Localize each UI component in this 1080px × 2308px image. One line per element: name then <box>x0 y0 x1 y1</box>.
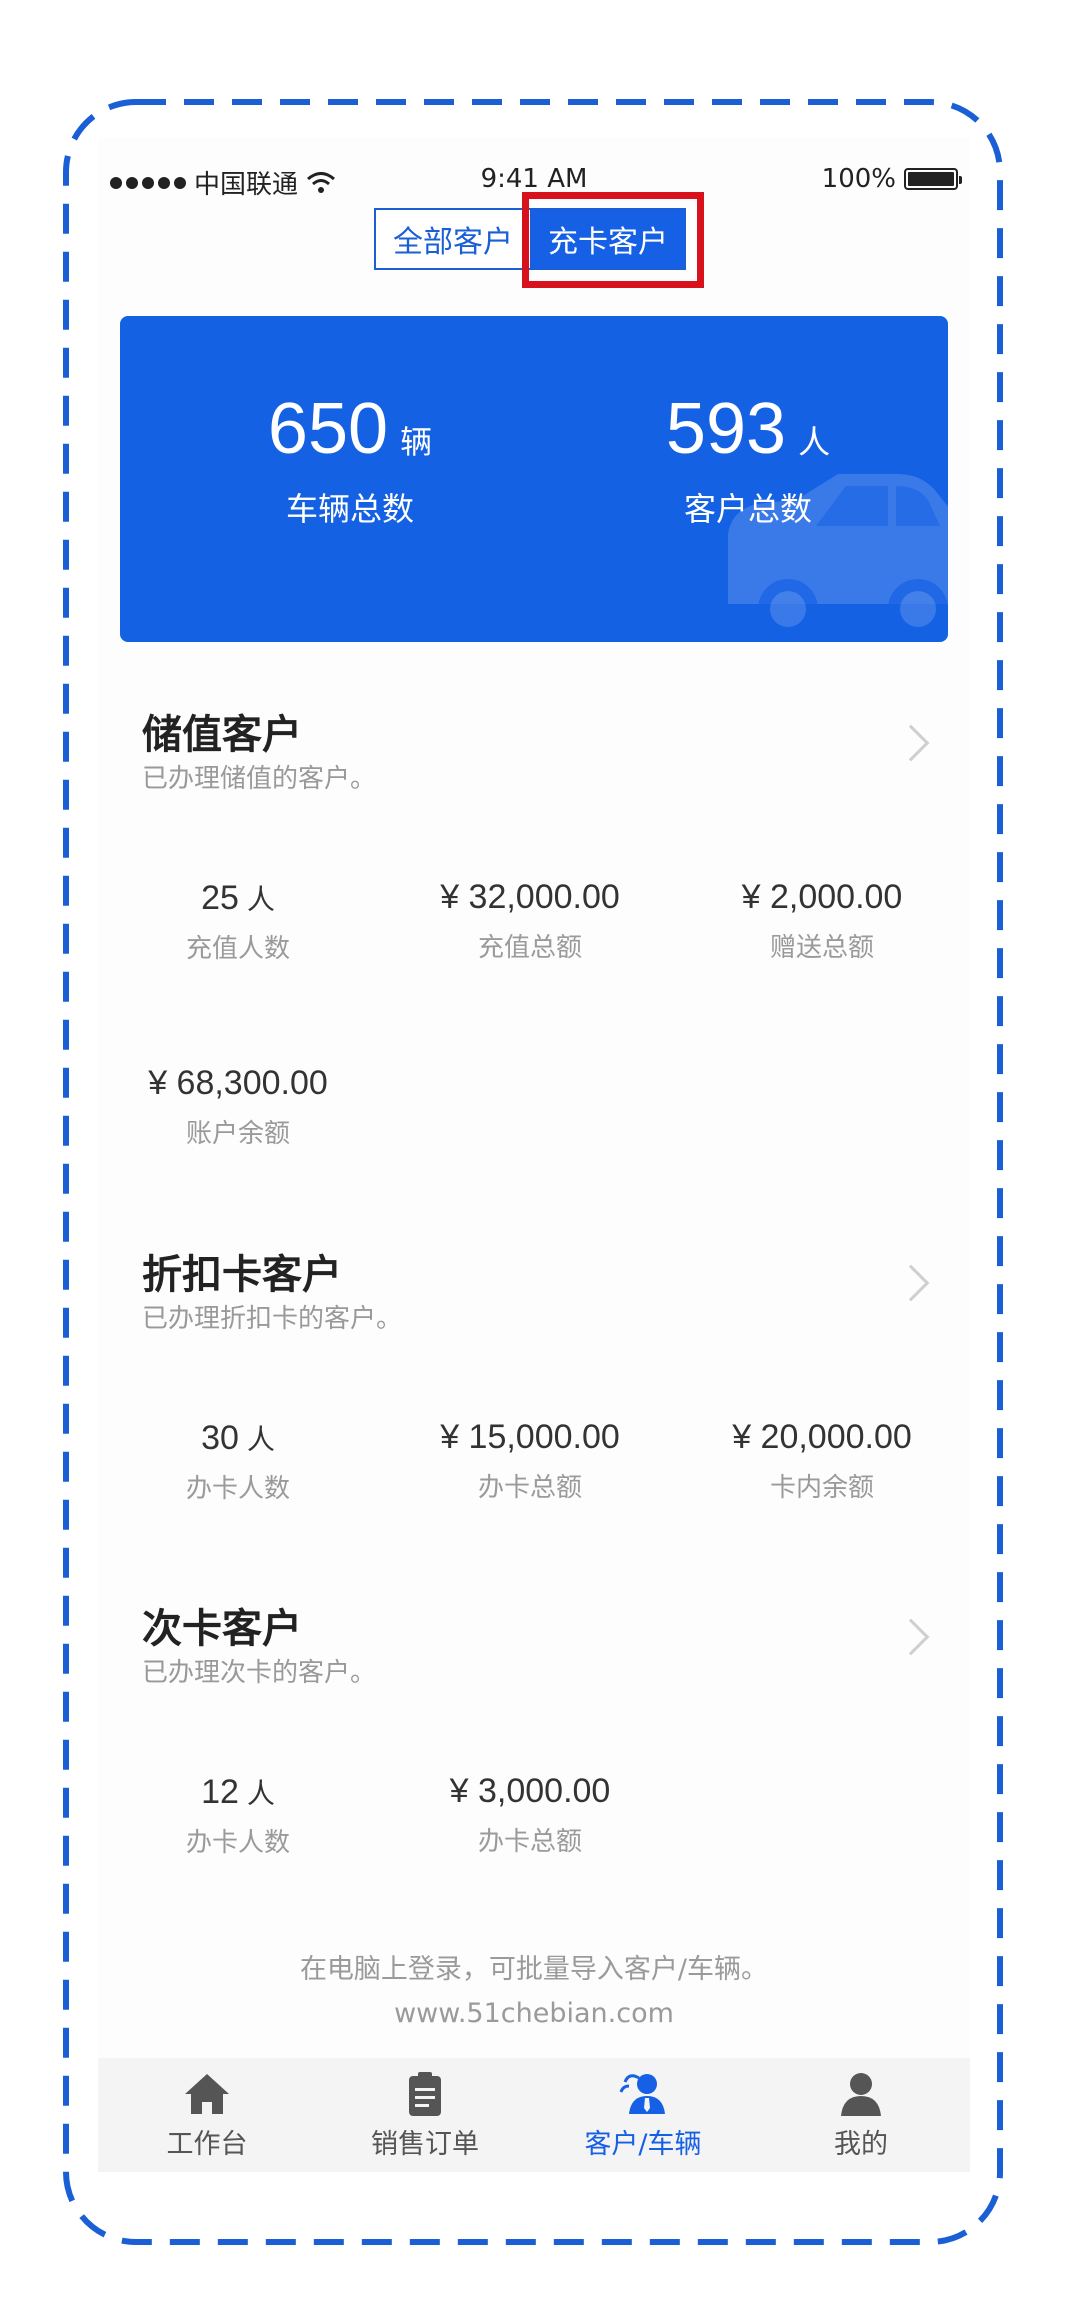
metric-label: 卡内余额 <box>769 1473 874 1503</box>
metric-value: ¥ 32,000.00 <box>440 878 620 916</box>
metric-item: ¥ 15,000.00 办卡总额 <box>390 1418 670 1504</box>
tab-sales-orders[interactable]: 销售订单 <box>316 2058 534 2172</box>
customer-total-value: 593 <box>665 389 787 469</box>
tab-label: 工作台 <box>166 2129 248 2160</box>
tab-label: 销售订单 <box>371 2129 479 2160</box>
metric-value: ¥ 20,000.00 <box>732 1418 912 1456</box>
metric-label: 充值人数 <box>185 934 290 964</box>
metric-value: ¥ 68,300.00 <box>148 1064 328 1102</box>
import-hint: 在电脑上登录，可批量导入客户/车辆。 <box>299 1954 769 1985</box>
metric-item: ¥ 68,300.00 账户余额 <box>98 1064 378 1150</box>
customer-total-unit: 人 <box>798 423 831 461</box>
chevron-right-icon[interactable] <box>892 1618 930 1656</box>
metric-label: 赠送总额 <box>769 933 874 963</box>
customer-icon <box>619 2074 665 2114</box>
section-desc: 已办理次卡的客户。 <box>142 1658 377 1688</box>
vehicle-total-label: 车辆总数 <box>285 490 414 528</box>
metric-label: 充值总额 <box>477 933 582 963</box>
highlight-box <box>522 192 704 288</box>
metric-item: 12 人 办卡人数 <box>98 1772 378 1859</box>
vehicle-total-value: 650 <box>267 389 389 469</box>
metric-item: ¥ 3,000.00 办卡总额 <box>390 1772 670 1858</box>
tab-workbench[interactable]: 工作台 <box>98 2058 316 2172</box>
chevron-right-icon[interactable] <box>892 724 930 762</box>
tab-label: 我的 <box>834 2129 888 2160</box>
section-title: 折扣卡客户 <box>142 1252 342 1298</box>
metric-label: 办卡总额 <box>477 1827 582 1857</box>
metric-label: 办卡人数 <box>185 1828 290 1858</box>
metric-value: 25 <box>201 879 239 917</box>
summary-card: 650 辆 车辆总数 593 人 客户总数 <box>120 316 948 642</box>
metric-unit: 人 <box>246 1424 275 1455</box>
metric-label: 办卡总额 <box>477 1473 582 1503</box>
user-icon <box>841 2073 881 2116</box>
clipboard-icon <box>409 2072 441 2116</box>
chevron-right-icon[interactable] <box>892 1264 930 1302</box>
tab-all-customers[interactable]: 全部客户 <box>374 208 530 270</box>
customer-total-label: 客户总数 <box>683 490 812 528</box>
section-desc: 已办理折扣卡的客户。 <box>142 1304 403 1334</box>
website-link[interactable]: www.51chebian.com <box>98 1992 970 2036</box>
metric-label: 账户余额 <box>185 1119 290 1149</box>
vehicle-total-stat: 650 辆 车辆总数 <box>200 388 500 530</box>
section-title: 储值客户 <box>142 712 302 758</box>
count-card-section[interactable]: 次卡客户 已办理次卡的客户。 12 人 办卡人数 ¥ 3,000.00 办卡总额 <box>98 1596 970 1896</box>
battery-percent: 100% <box>821 164 896 194</box>
phone-screen: 中国联通 9:41 AM 100% 全部客户 充卡客户 650 辆 车辆总数 5… <box>98 138 970 2172</box>
tab-label: 客户/车辆 <box>584 2129 702 2160</box>
section-desc: 已办理储值的客户。 <box>142 764 377 794</box>
metric-item: 25 人 充值人数 <box>98 878 378 965</box>
metric-value: 30 <box>201 1419 239 1457</box>
metric-unit: 人 <box>246 884 275 915</box>
metric-unit: 人 <box>246 1778 275 1809</box>
section-title: 次卡客户 <box>142 1606 302 1652</box>
tab-profile[interactable]: 我的 <box>752 2058 970 2172</box>
metric-item: 30 人 办卡人数 <box>98 1418 378 1505</box>
metric-value: ¥ 15,000.00 <box>440 1418 620 1456</box>
customer-total-stat: 593 人 客户总数 <box>598 388 898 530</box>
metric-label: 办卡人数 <box>185 1474 290 1504</box>
metric-value: 12 <box>201 1773 239 1811</box>
vehicle-total-unit: 辆 <box>400 423 433 461</box>
home-icon <box>185 2074 229 2114</box>
metric-item: ¥ 2,000.00 赠送总额 <box>682 878 962 964</box>
battery-icon <box>904 168 962 190</box>
bottom-tab-bar: 工作台 销售订单 客户/车辆 我的 <box>98 2058 970 2172</box>
metric-value: ¥ 3,000.00 <box>449 1772 611 1810</box>
stored-value-section[interactable]: 储值客户 已办理储值的客户。 25 人 充值人数 ¥ 32,000.00 充值总额… <box>98 702 970 1262</box>
discount-card-section[interactable]: 折扣卡客户 已办理折扣卡的客户。 30 人 办卡人数 ¥ 15,000.00 办卡… <box>98 1242 970 1542</box>
tab-customers-vehicles[interactable]: 客户/车辆 <box>534 2058 752 2172</box>
metric-item: ¥ 32,000.00 充值总额 <box>390 878 670 964</box>
footer-note: 在电脑上登录，可批量导入客户/车辆。 www.51chebian.com <box>98 1948 970 2036</box>
metric-value: ¥ 2,000.00 <box>741 878 903 916</box>
metric-item: ¥ 20,000.00 卡内余额 <box>682 1418 962 1504</box>
